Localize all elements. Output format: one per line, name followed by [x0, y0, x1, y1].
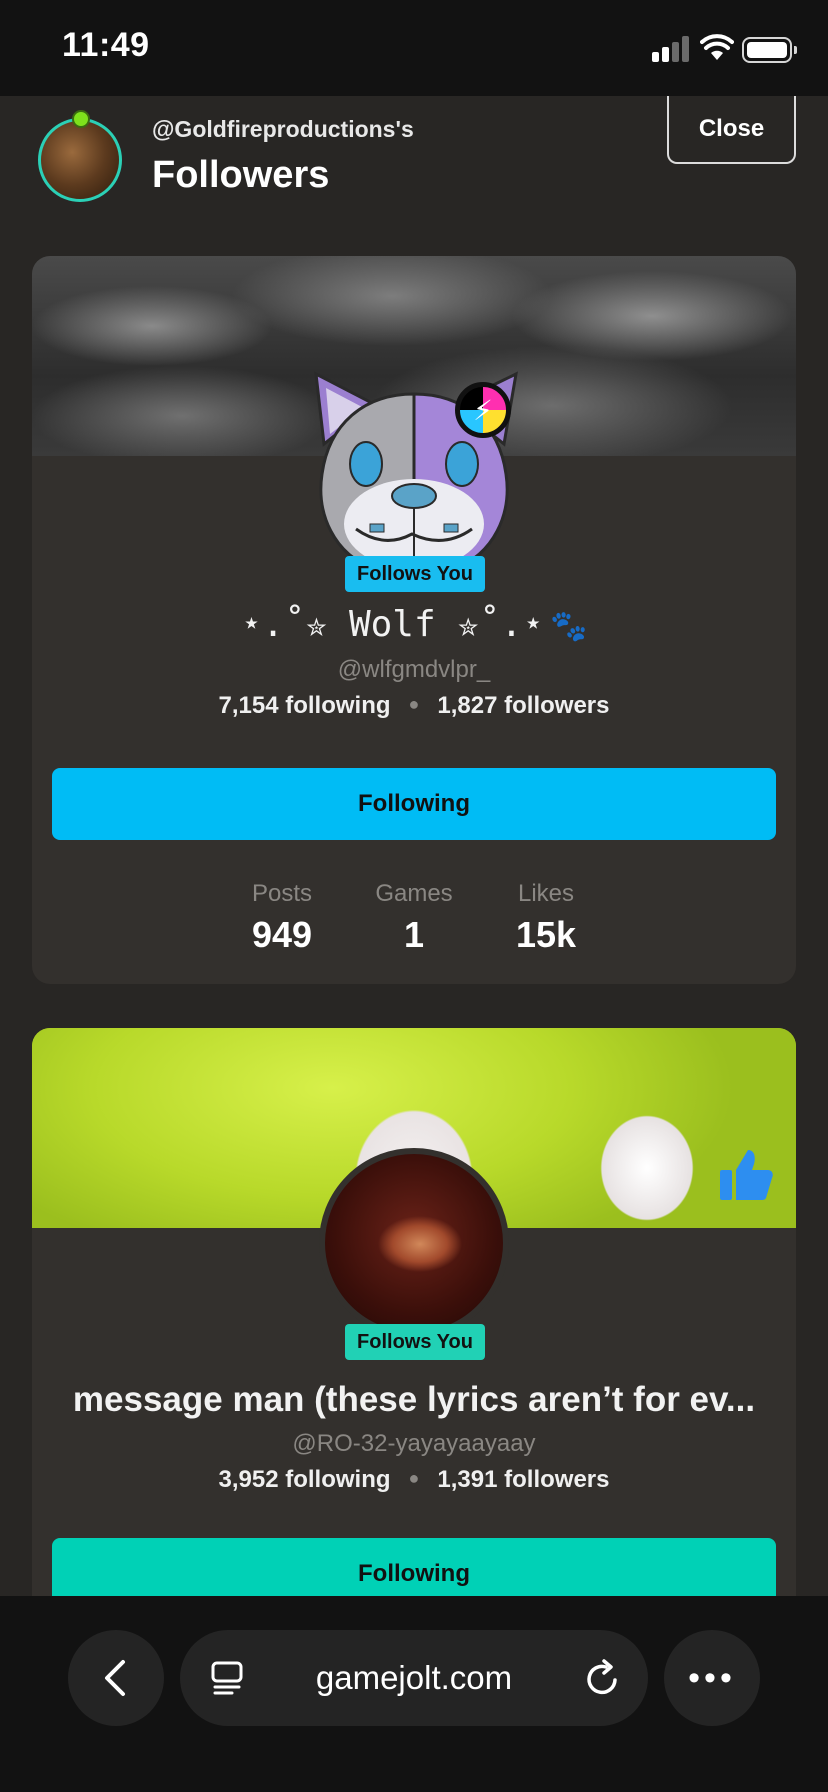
battery-icon — [742, 37, 797, 63]
metric-label: Posts — [251, 880, 313, 907]
following-count[interactable]: 3,952 following — [219, 1466, 391, 1493]
lightning-badge-icon: ⚡ — [455, 382, 511, 438]
reload-icon[interactable] — [584, 1658, 622, 1698]
metric-label: Likes — [517, 880, 575, 907]
display-name[interactable]: message man (these lyrics aren’t for ev.… — [32, 1380, 796, 1420]
separator-dot: ● — [408, 1468, 420, 1488]
metric-value: 1 — [403, 914, 425, 955]
following-count[interactable]: 7,154 following — [219, 692, 391, 719]
metric-value: 15k — [515, 914, 577, 955]
back-chevron-icon — [105, 1660, 125, 1696]
avatar[interactable] — [319, 1148, 509, 1338]
status-bar: 11:49 — [0, 0, 828, 96]
address-bar[interactable]: gamejolt.com — [180, 1630, 648, 1726]
app-root: 11:49 @Goldfireproductions's Followers C… — [0, 0, 828, 1792]
display-name[interactable]: ⋆.˚✮ Wolf ✮˚.⋆ 🐾 — [32, 604, 796, 645]
back-button[interactable] — [68, 1630, 164, 1726]
follows-you-badge: Follows You — [345, 556, 485, 592]
owner-avatar[interactable] — [38, 118, 122, 202]
profile-metrics: Posts 949 Games 1 Likes 15k — [32, 880, 796, 956]
metric-likes[interactable]: Likes 15k — [480, 880, 612, 956]
cellular-signal-icon — [652, 36, 692, 62]
thumbs-up-icon — [720, 1150, 773, 1200]
display-name-text: ⋆.˚✮ Wolf ✮˚.⋆ — [240, 604, 545, 645]
url-text: gamejolt.com — [315, 1659, 513, 1696]
separator-dot: ● — [408, 694, 420, 714]
followers-count[interactable]: 1,827 followers — [437, 692, 609, 719]
follower-card[interactable]: ⚡ Follows You ⋆.˚✮ Wolf ✮˚.⋆ 🐾 @wlfgmdvlp… — [32, 256, 796, 984]
followers-header: @Goldfireproductions's Followers Close — [0, 96, 828, 226]
metric-games[interactable]: Games 1 — [348, 880, 480, 956]
owner-avatar-badge-icon — [72, 110, 90, 128]
follow-stats: 7,154 following ● 1,827 followers — [32, 692, 796, 720]
follower-card[interactable]: Follows You message man (these lyrics ar… — [32, 1028, 796, 1628]
following-button[interactable]: Following — [52, 768, 776, 840]
followers-count[interactable]: 1,391 followers — [437, 1466, 609, 1493]
metric-value: 949 — [251, 914, 313, 955]
close-button[interactable]: Close — [667, 96, 796, 164]
paw-icon: 🐾 — [550, 609, 588, 644]
more-button[interactable]: ••• — [664, 1630, 760, 1726]
follow-stats: 3,952 following ● 1,391 followers — [32, 1466, 796, 1494]
wifi-icon — [700, 34, 734, 60]
page-title: Followers — [152, 154, 330, 196]
status-time: 11:49 — [62, 26, 150, 64]
username-handle[interactable]: @wlfgmdvlpr_ — [32, 656, 796, 684]
browser-toolbar: gamejolt.com ••• — [0, 1596, 828, 1792]
metric-posts[interactable]: Posts 949 — [216, 880, 348, 956]
username-handle[interactable]: @RO-32-yayayaayaay — [32, 1430, 796, 1458]
owner-username: @Goldfireproductions's — [152, 116, 414, 142]
metric-label: Games — [375, 880, 453, 907]
follows-you-badge: Follows You — [345, 1324, 485, 1360]
